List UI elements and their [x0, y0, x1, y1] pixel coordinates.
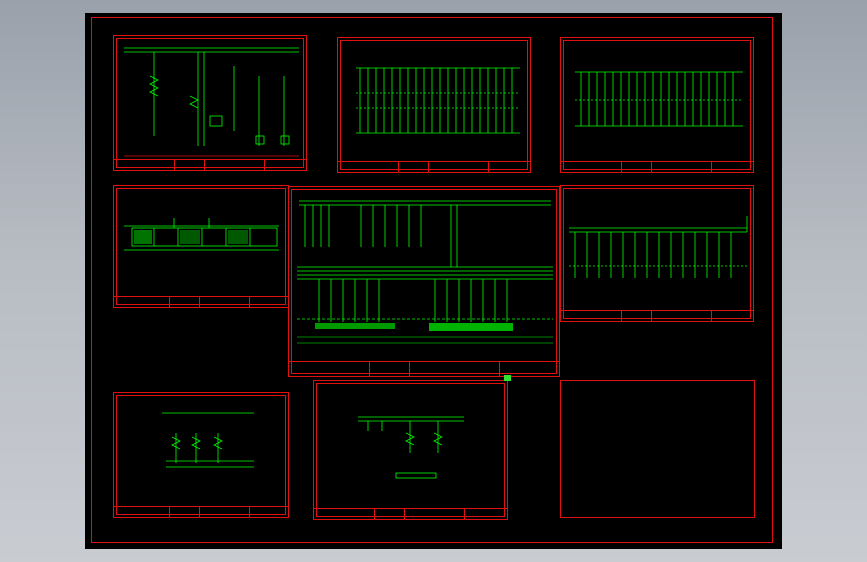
sheet-empty[interactable]: [560, 380, 755, 518]
title-block: [289, 361, 559, 376]
title-block: [338, 161, 530, 172]
schematic-branch-circuit: [358, 416, 464, 479]
sheet-outgoing-feeders[interactable]: [560, 185, 754, 322]
sheet-feeder-row[interactable]: [560, 37, 754, 173]
schematic-feeder-array: [575, 71, 743, 127]
title-block: [561, 310, 753, 321]
schematic-panel-layout: [124, 218, 279, 251]
schematic-outgoing-feeders: [569, 216, 748, 278]
sheet-sub-panel[interactable]: [113, 392, 289, 518]
sheet-panel-layout[interactable]: [113, 185, 289, 308]
sheet-branch-circuit[interactable]: [313, 380, 508, 520]
title-block: [114, 296, 288, 307]
title-block: [114, 506, 288, 517]
schematic-main-single-line: [297, 200, 553, 344]
sheet-distribution-row[interactable]: [337, 37, 531, 173]
grip-handle-icon[interactable]: [504, 375, 511, 381]
schematic-feeder-array: [356, 67, 520, 134]
schematic-control-circuit: [124, 47, 299, 157]
title-block: [114, 159, 306, 170]
sheet-control-circuit[interactable]: [113, 35, 307, 171]
title-block: [561, 161, 753, 172]
drawing-canvas[interactable]: [85, 13, 782, 549]
sheet-main-single-line[interactable]: [288, 186, 560, 377]
title-block: [314, 508, 507, 519]
schematic-sub-panel: [162, 412, 254, 468]
